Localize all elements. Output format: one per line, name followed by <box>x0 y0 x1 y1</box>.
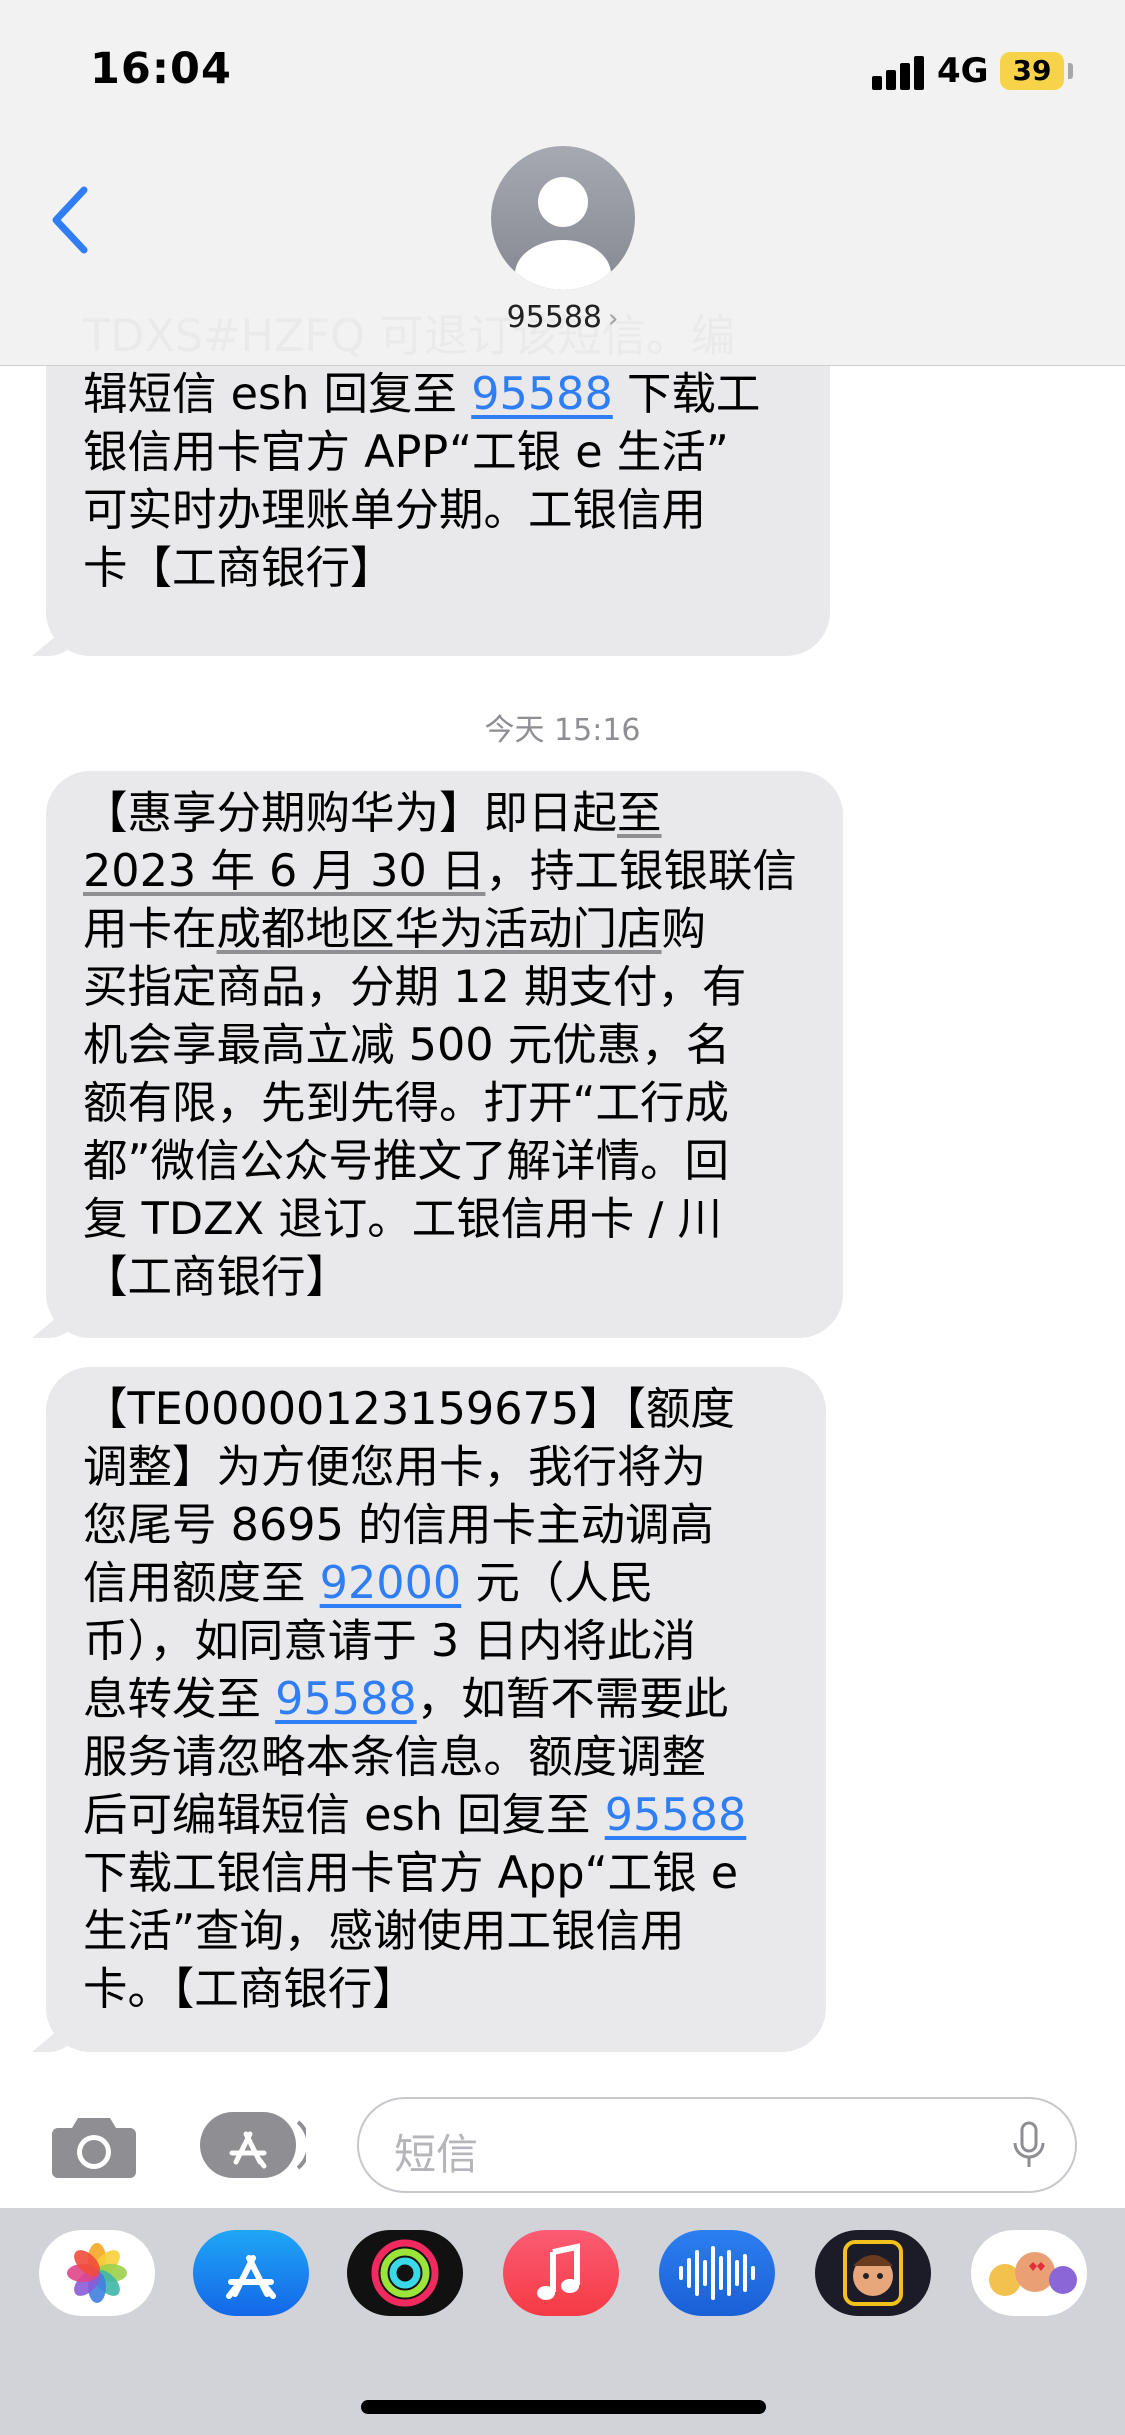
message-line: 银信用卡官方 APP“工银 e 生活” <box>83 424 804 482</box>
memoji-app-icon[interactable] <box>815 2230 931 2316</box>
memoji-stickers-app-icon[interactable] <box>971 2230 1087 2316</box>
detected-data-link[interactable]: 2023 年 6 月 30 日 <box>83 846 485 897</box>
message-line: 币），如同意请于 3 日内将此消 <box>83 1613 800 1671</box>
conversation-header: 16:04 4G 39 95588 › <box>0 0 1125 366</box>
message-line: 卡。【工商银行】 <box>83 1961 800 2019</box>
message-line: 复 TDZX 退订。工银信用卡 / 川 <box>83 1191 817 1249</box>
message-text: ，持工银银联信 <box>485 846 797 897</box>
message-text: 银信用卡官方 APP“工银 e 生活” <box>83 427 729 478</box>
message-text: 机会享最高立减 500 元优惠，名 <box>83 1020 731 1071</box>
photos-app-icon[interactable] <box>39 2230 155 2316</box>
phone-number-link[interactable]: 95588 <box>605 1790 747 1841</box>
message-line: 可实时办理账单分期。工银信用 <box>83 482 804 540</box>
message-line: 下载工银信用卡官方 App“工银 e <box>83 1845 800 1903</box>
home-indicator <box>361 2400 766 2414</box>
message-text: 买指定商品，分期 12 期支付，有 <box>83 962 747 1013</box>
message-line: 服务请忽略本条信息。额度调整 <box>83 1729 800 1787</box>
cellular-signal-icon <box>872 54 926 90</box>
message-text: 【工商银行】 <box>83 1252 351 1303</box>
microphone-icon[interactable] <box>1011 2121 1047 2171</box>
message-text: 下载工银信用卡官方 App“工银 e <box>83 1848 739 1899</box>
message-line: 后可编辑短信 esh 回复至 95588 <box>83 1787 800 1845</box>
message-text: 【惠享分期购华为】即日起 <box>83 788 618 839</box>
message-text: 额有限，先到先得。打开“工行成 <box>83 1078 730 1129</box>
message-text: ，如暂不需要此 <box>416 1674 729 1725</box>
message-text: 卡。【工商银行】 <box>83 1964 417 2015</box>
phone-number-link[interactable]: 92000 <box>320 1558 462 1609</box>
message-line: 用卡在成都地区华为活动门店购 <box>83 901 817 959</box>
contact-number: 95588 <box>506 300 603 335</box>
message-line: 都”微信公众号推文了解详情。回 <box>83 1133 817 1191</box>
back-icon[interactable] <box>46 180 96 260</box>
message-text: 信用额度至 <box>83 1558 320 1609</box>
music-app-icon[interactable] <box>503 2230 619 2316</box>
app-store-app-icon[interactable] <box>193 2230 309 2316</box>
chevron-right-icon: › <box>608 304 619 334</box>
voice-memos-app-icon[interactable] <box>659 2230 775 2316</box>
message-text: 复 TDZX 退订。工银信用卡 / 川 <box>83 1194 722 1245</box>
detected-data-link[interactable]: 成都地区华为活动门店 <box>217 904 662 955</box>
message-line: 辑短信 esh 回复至 95588 下载工 <box>83 366 804 424</box>
message-line: 2023 年 6 月 30 日，持工银银联信 <box>83 843 817 901</box>
message-line: 【惠享分期购华为】即日起至 <box>83 785 817 843</box>
network-type: 4G <box>937 51 989 91</box>
message-text: 用卡在 <box>83 904 217 955</box>
battery-cap <box>1068 63 1073 79</box>
message-line: 机会享最高立减 500 元优惠，名 <box>83 1017 817 1075</box>
camera-icon[interactable] <box>50 2110 138 2180</box>
message-text: 都”微信公众号推文了解详情。回 <box>83 1136 730 1187</box>
message-input-placeholder: 短信 <box>394 2130 479 2179</box>
message-text: 服务请忽略本条信息。额度调整 <box>83 1732 707 1783</box>
message-text: 调整】为方便您用卡，我行将为 <box>83 1442 707 1493</box>
battery-level: 39 <box>1012 54 1052 87</box>
message-line: 信用额度至 92000 元（人民 <box>83 1555 800 1613</box>
message-text: 息转发至 <box>83 1674 276 1725</box>
status-time: 16:04 <box>90 44 232 94</box>
message-line: 【工商银行】 <box>83 1249 817 1307</box>
message-bubble[interactable]: 【TE00000123159675】【额度 调整】为方便您用卡，我行将为 您尾号 8… <box>32 1367 826 2052</box>
message-text: 后可编辑短信 esh 回复至 <box>83 1790 605 1841</box>
message-text: 元（人民 <box>461 1558 654 1609</box>
message-line: 调整】为方便您用卡，我行将为 <box>83 1439 800 1497</box>
message-text: 卡【工商银行】 <box>83 543 395 594</box>
message-line: 买指定商品，分期 12 期支付，有 <box>83 959 817 1017</box>
message-text: 您尾号 8695 的信用卡主动调高 <box>83 1500 715 1551</box>
message-text: 购 <box>661 904 707 955</box>
message-timestamp: 今天 15:16 <box>484 713 641 748</box>
fitness-app-icon[interactable] <box>347 2230 463 2316</box>
message-input[interactable]: 短信 <box>357 2097 1077 2193</box>
message-line: 您尾号 8695 的信用卡主动调高 <box>83 1497 800 1555</box>
battery-icon: 39 <box>1000 52 1064 90</box>
message-text: 生活”查询，感谢使用工银信用 <box>83 1906 685 1957</box>
message-bubble[interactable]: 【惠享分期购华为】即日起至 2023 年 6 月 30 日，持工银银联信 用卡在成都… <box>32 771 843 1338</box>
message-line: 卡【工商银行】 <box>83 540 804 598</box>
message-text: 下载工 <box>612 369 761 420</box>
message-text: 币），如同意请于 3 日内将此消 <box>83 1616 696 1667</box>
phone-number-link[interactable]: 95588 <box>275 1674 417 1725</box>
message-text: 辑短信 esh 回复至 <box>83 369 472 420</box>
message-text: 可实时办理账单分期。工银信用 <box>83 485 707 536</box>
avatar-icon[interactable] <box>491 146 635 290</box>
message-line: 【TE00000123159675】【额度 <box>83 1381 800 1439</box>
message-line: 息转发至 95588，如暂不需要此 <box>83 1671 800 1729</box>
phone-number-link[interactable]: 95588 <box>471 369 613 420</box>
app-store-icon[interactable] <box>198 2110 306 2180</box>
detected-data-link[interactable]: 至 <box>617 788 662 839</box>
message-line: 生活”查询，感谢使用工银信用 <box>83 1903 800 1961</box>
message-text: 【TE00000123159675】【额度 <box>83 1384 735 1435</box>
message-line: 额有限，先到先得。打开“工行成 <box>83 1075 817 1133</box>
contact-name[interactable]: 95588 › <box>0 300 1125 335</box>
